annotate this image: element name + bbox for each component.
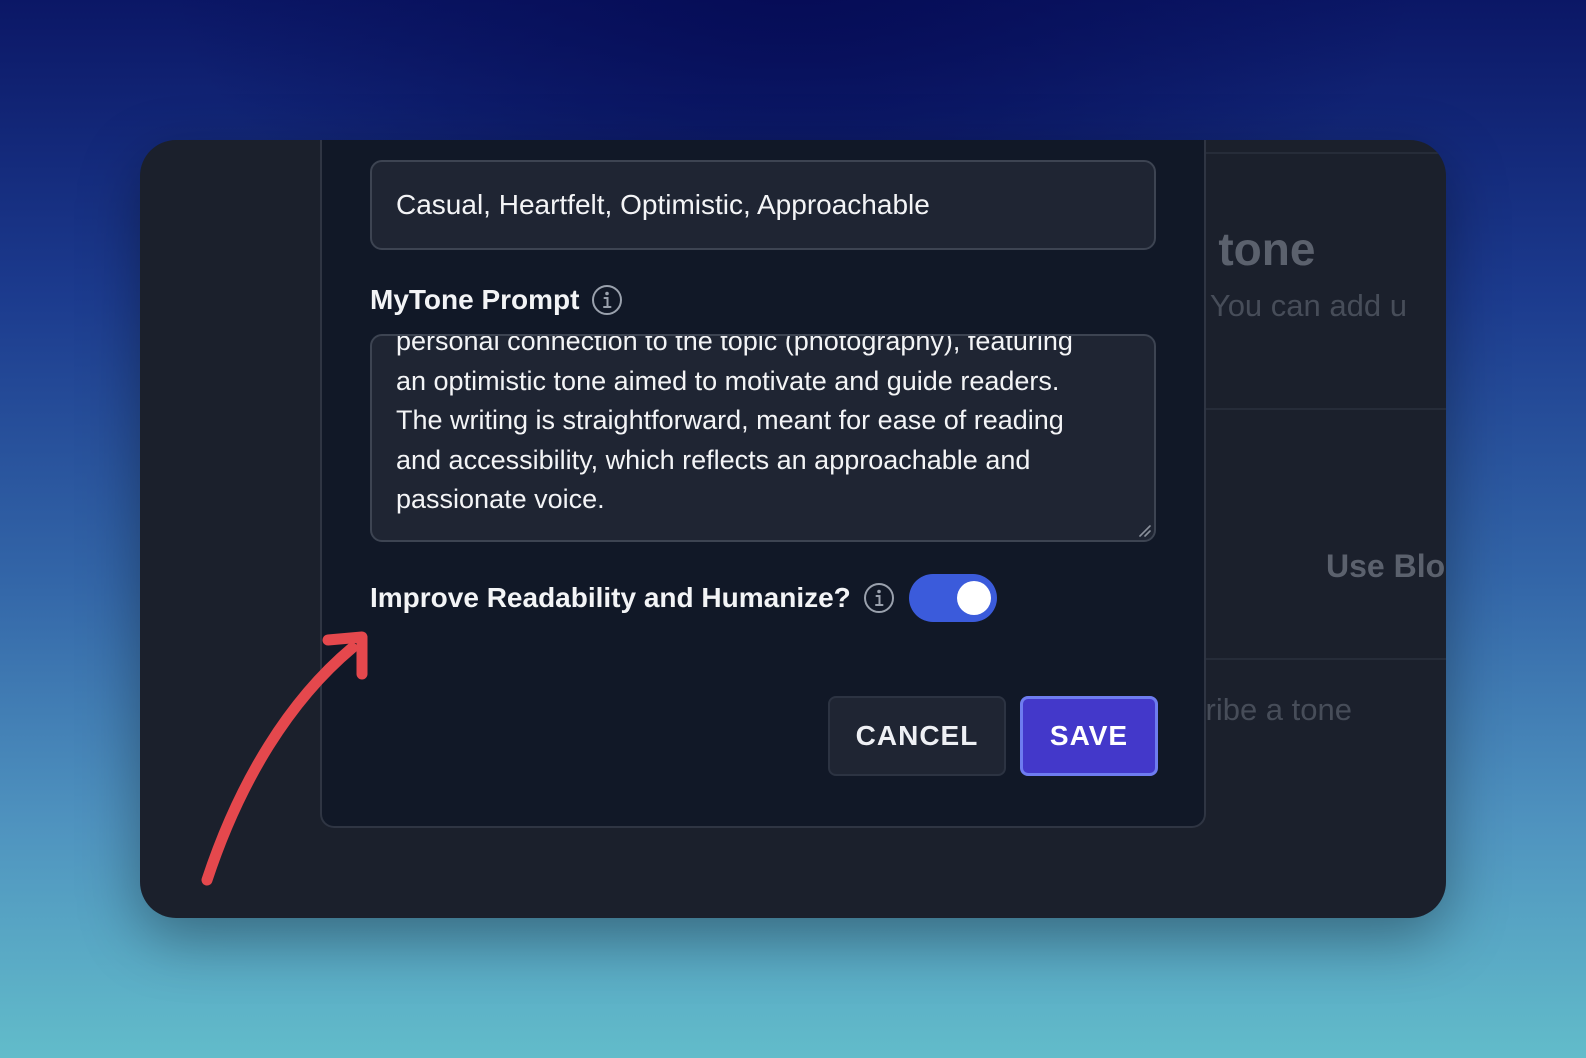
readability-setting-row: Improve Readability and Humanize? — [370, 574, 997, 622]
info-icon[interactable] — [863, 582, 895, 614]
background-page-subtitle: y. You can add u — [1180, 288, 1407, 323]
readability-label: Improve Readability and Humanize? — [370, 582, 851, 613]
tone-keywords-input[interactable] — [370, 160, 1156, 250]
app-window: v tone y. You can add u Use Blo cribe a … — [140, 140, 1446, 918]
toggle-knob — [956, 581, 991, 615]
background-divider — [1198, 408, 1446, 410]
background-divider — [1198, 658, 1446, 660]
cancel-button[interactable]: CANCEL — [828, 696, 1006, 776]
info-icon[interactable] — [591, 284, 623, 316]
background-divider — [1198, 152, 1446, 154]
mytone-prompt-label-text: MyTone Prompt — [370, 284, 580, 315]
mytone-prompt-text: personal connection to the topic (photog… — [396, 334, 1073, 514]
readability-toggle[interactable] — [908, 574, 997, 622]
mytone-prompt-textarea[interactable]: personal connection to the topic (photog… — [370, 334, 1156, 542]
background-describe-tone-placeholder: cribe a tone — [1190, 692, 1352, 727]
edit-tone-modal: MyTone Prompt personal connection to the… — [320, 140, 1206, 828]
background-use-blog-label: Use Blo — [1326, 548, 1446, 584]
save-button[interactable]: SAVE — [1020, 696, 1158, 776]
resize-handle-icon[interactable] — [1136, 522, 1152, 538]
mytone-prompt-label: MyTone Prompt — [370, 284, 623, 316]
